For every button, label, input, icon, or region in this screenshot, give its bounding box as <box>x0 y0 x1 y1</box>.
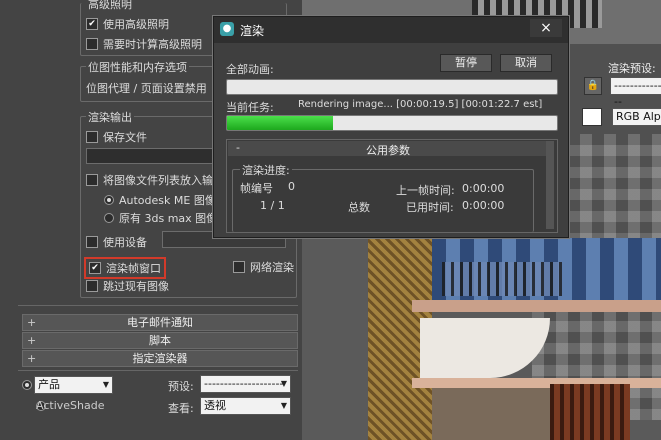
scene-white-arch <box>420 318 550 378</box>
checkbox-unchecked[interactable] <box>86 38 98 50</box>
compute-advanced-lighting-checkbox[interactable]: 需要时计算高级照明 <box>86 36 202 52</box>
rollout-email-notification[interactable]: + 电子邮件通知 <box>22 314 298 331</box>
checkbox-checked[interactable]: ✔ <box>89 262 101 274</box>
dialog-title-bar: ● 渲染 × <box>214 17 568 43</box>
scene-balcony-slab <box>412 300 661 312</box>
advanced-lighting-label: 高级照明 <box>86 0 134 12</box>
scene-door <box>550 384 630 440</box>
rendered-frame-window-checkbox[interactable]: ✔ 渲染帧窗口 <box>84 257 166 279</box>
checkbox-unchecked[interactable] <box>86 236 98 248</box>
lock-button[interactable]: 🔒 <box>584 77 602 95</box>
common-params-header[interactable]: - 公用参数 <box>228 141 546 157</box>
dialog-title: 渲染 <box>240 24 265 38</box>
checkbox-unchecked[interactable] <box>86 280 98 292</box>
checkbox-unchecked[interactable] <box>86 131 98 143</box>
view-dropdown[interactable]: 透视 ▼ <box>200 397 291 415</box>
task-progress-bar <box>226 115 558 131</box>
lock-icon: 🔒 <box>586 80 600 91</box>
frame-count-value: 1 / 1 <box>260 199 285 212</box>
expand-icon: + <box>27 352 37 365</box>
legacy-3dsmax-radio[interactable]: 原有 3ds max 图像文 <box>104 210 228 226</box>
checkbox-unchecked[interactable] <box>233 261 245 273</box>
render-preset-label: 渲染预设: <box>608 62 656 75</box>
scrollbar[interactable] <box>546 141 554 229</box>
view-label: 查看: <box>168 402 194 415</box>
radio-unselected[interactable] <box>104 213 114 223</box>
chevron-down-icon: ▼ <box>102 380 109 389</box>
render-progress-label: 渲染进度: <box>240 162 292 178</box>
total-label: 总数 <box>348 201 370 214</box>
put-into-list-checkbox[interactable]: 将图像文件列表放入输 <box>86 172 213 188</box>
render-output-label: 渲染输出 <box>86 109 134 125</box>
collapse-icon: - <box>236 141 240 154</box>
skip-existing-checkbox[interactable]: 跳过现有图像 <box>86 278 169 294</box>
activeshade-label: ActiveShade <box>36 399 105 412</box>
net-render-checkbox[interactable]: 网络渲染 <box>233 259 294 275</box>
last-frame-time-value: 0:00:00 <box>462 182 505 195</box>
close-icon: × <box>540 20 552 36</box>
scene-railing <box>442 262 562 296</box>
rollout-assign-renderer[interactable]: + 指定渲染器 <box>22 350 298 367</box>
render-preset-dropdown[interactable]: -------------- <box>610 77 661 108</box>
scene-lower-wall <box>432 388 550 440</box>
preset-label: 预设: <box>168 380 194 393</box>
common-params-title: 公用参数 <box>366 144 410 157</box>
use-device-checkbox[interactable]: 使用设备 <box>86 234 147 250</box>
pause-button[interactable]: 暂停 <box>440 54 492 72</box>
task-progress-fill <box>227 116 333 130</box>
color-swatch[interactable] <box>582 108 602 126</box>
frame-number-label: 帧编号 <box>240 182 273 195</box>
checkbox-checked[interactable]: ✔ <box>86 18 98 30</box>
current-task-text: Rendering image... [00:00:19.5] [00:01:2… <box>298 99 543 110</box>
save-file-checkbox[interactable]: 保存文件 <box>86 129 147 145</box>
total-animation-label: 全部动画: <box>226 63 274 76</box>
cancel-button[interactable]: 取消 <box>500 54 552 72</box>
use-advanced-lighting-checkbox[interactable]: ✔ 使用高级照明 <box>86 16 169 32</box>
chevron-down-icon: ▼ <box>280 401 287 410</box>
checkbox-unchecked[interactable] <box>86 174 98 186</box>
last-frame-time-label: 上一帧时间: <box>396 184 455 197</box>
product-dropdown[interactable]: 产品 ▼ <box>34 376 113 394</box>
bitmap-group-label: 位图性能和内存选项 <box>86 59 189 75</box>
rollout-scripts[interactable]: + 脚本 <box>22 332 298 349</box>
separator-line <box>18 370 298 371</box>
close-button[interactable]: × <box>530 19 562 37</box>
expand-icon: + <box>27 334 37 347</box>
autodesk-me-radio[interactable]: Autodesk ME 图像序 <box>104 192 227 208</box>
elapsed-time-value: 0:00:00 <box>462 199 505 212</box>
preset-dropdown[interactable]: -------------------- ▼ <box>200 375 291 393</box>
product-radio[interactable] <box>22 380 32 390</box>
channel-dropdown[interactable]: RGB Alpha <box>612 108 661 126</box>
total-progress-bar <box>226 79 558 95</box>
separator-line <box>18 305 298 306</box>
app-icon: ● <box>220 22 234 36</box>
frame-number-value: 0 <box>288 180 295 193</box>
current-task-label: 当前任务: <box>226 101 274 114</box>
radio-selected[interactable] <box>104 195 114 205</box>
chevron-down-icon: ▼ <box>280 379 287 388</box>
bitmap-status-text: 位图代理 / 页面设置禁用 <box>86 82 207 95</box>
expand-icon: + <box>27 316 37 329</box>
render-progress-dialog: ● 渲染 × 全部动画: 暂停 取消 当前任务: Rendering image… <box>213 16 569 238</box>
elapsed-time-label: 已用时间: <box>406 201 454 214</box>
